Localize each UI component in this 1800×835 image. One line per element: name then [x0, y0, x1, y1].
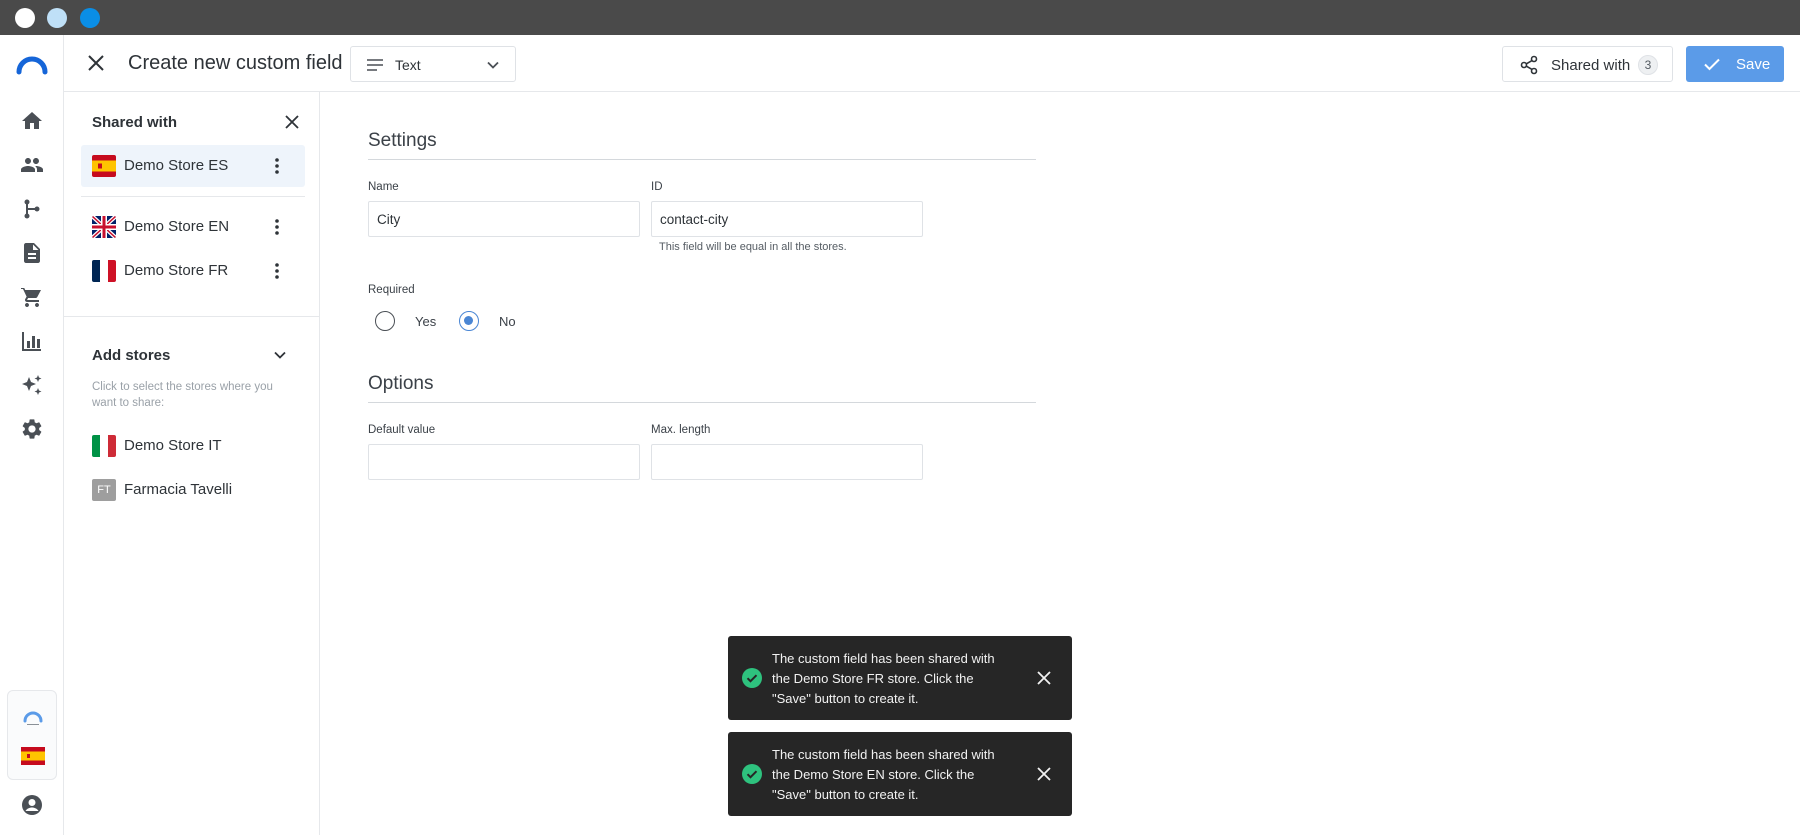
store-name: Demo Store IT: [124, 437, 222, 454]
toast-notification: The custom field has been shared with th…: [728, 636, 1072, 720]
settings-divider: [368, 159, 1036, 160]
more-vert-icon[interactable]: [267, 217, 287, 237]
default-value-label: Default value: [368, 424, 436, 436]
contacts-icon[interactable]: [20, 153, 44, 177]
uk-flag-icon: [92, 216, 116, 238]
es-flag-icon[interactable]: [21, 744, 45, 768]
brand-mini-logo-icon[interactable]: [21, 705, 45, 729]
store-name: Demo Store ES: [124, 157, 229, 174]
close-icon[interactable]: [84, 51, 108, 75]
required-no-radio[interactable]: [459, 311, 479, 331]
page-header: Create new custom field Text Shared with…: [64, 35, 1800, 92]
required-no-label: No: [499, 314, 516, 329]
more-vert-icon[interactable]: [267, 261, 287, 281]
required-yes-radio[interactable]: [375, 311, 395, 331]
window-maximize-dot[interactable]: [80, 8, 100, 28]
settings-heading: Settings: [368, 130, 437, 151]
document-icon[interactable]: [20, 241, 44, 265]
shared-with-button[interactable]: Shared with 3: [1502, 46, 1673, 82]
window-close-dot[interactable]: [15, 8, 35, 28]
success-check-icon: [742, 764, 762, 784]
nav-rail: [0, 35, 64, 835]
close-toast-icon[interactable]: [1034, 668, 1054, 688]
cart-icon[interactable]: [20, 285, 44, 309]
page-title: Create new custom field: [128, 52, 343, 74]
toast-message: The custom field has been shared with th…: [772, 651, 995, 706]
shared-store-es[interactable]: Demo Store ES: [81, 145, 305, 187]
chevron-down-icon: [483, 55, 503, 75]
success-check-icon: [742, 668, 762, 688]
close-panel-icon[interactable]: [282, 112, 302, 132]
divider: [64, 316, 320, 317]
id-help-text: This field will be equal in all the stor…: [659, 241, 847, 253]
options-heading: Options: [368, 373, 434, 394]
text-lines-icon: [365, 55, 385, 75]
share-icon: [1519, 55, 1539, 75]
it-flag-icon: [92, 435, 116, 457]
automation-icon[interactable]: [20, 197, 44, 221]
account-switcher: [7, 690, 57, 780]
required-yes-label: Yes: [415, 314, 437, 329]
max-length-label: Max. length: [651, 424, 711, 436]
name-label: Name: [368, 181, 399, 193]
required-label: Required: [368, 284, 415, 296]
chevron-down-icon[interactable]: [270, 345, 290, 365]
max-length-input[interactable]: [651, 444, 923, 480]
toast-message: The custom field has been shared with th…: [772, 747, 995, 802]
id-label: ID: [651, 181, 663, 193]
shared-store-en[interactable]: Demo Store EN: [81, 206, 305, 248]
name-input[interactable]: [368, 201, 640, 237]
add-store-it[interactable]: Demo Store IT: [81, 425, 305, 467]
store-initials-badge: FT: [92, 479, 116, 501]
field-type-select[interactable]: Text: [350, 46, 516, 82]
add-store-farmacia[interactable]: FT Farmacia Tavelli: [81, 469, 305, 511]
user-account-icon[interactable]: [20, 793, 44, 817]
default-value-input[interactable]: [368, 444, 640, 480]
id-input[interactable]: [651, 201, 923, 237]
window-minimize-dot[interactable]: [47, 8, 67, 28]
toast-notification: The custom field has been shared with th…: [728, 732, 1072, 816]
gear-icon[interactable]: [20, 417, 44, 441]
shared-count-badge: 3: [1638, 55, 1658, 75]
fr-flag-icon: [92, 260, 116, 282]
add-stores-hint: Click to select the stores where you wan…: [92, 381, 273, 409]
more-vert-icon[interactable]: [267, 156, 287, 176]
home-icon[interactable]: [20, 109, 44, 133]
analytics-icon[interactable]: [20, 329, 44, 353]
shared-with-label: Shared with: [1551, 57, 1631, 74]
sharing-panel: Shared with Demo Store ES Demo Store EN …: [64, 92, 320, 835]
shared-with-title: Shared with: [92, 114, 178, 131]
field-type-value: Text: [395, 57, 421, 73]
store-name: Farmacia Tavelli: [124, 481, 233, 498]
add-stores-title: Add stores: [92, 347, 171, 364]
window-titlebar: [0, 0, 1800, 35]
shared-store-fr[interactable]: Demo Store FR: [81, 250, 305, 292]
divider: [81, 196, 305, 197]
store-name: Demo Store EN: [124, 218, 230, 235]
es-flag-icon: [92, 155, 116, 177]
app-logo-icon[interactable]: [16, 52, 48, 76]
store-name: Demo Store FR: [124, 262, 229, 279]
close-toast-icon[interactable]: [1034, 764, 1054, 784]
options-divider: [368, 402, 1036, 403]
save-button[interactable]: Save: [1686, 46, 1784, 82]
check-icon: [1702, 54, 1722, 74]
save-label: Save: [1736, 56, 1771, 73]
sparkle-icon[interactable]: [20, 373, 44, 397]
